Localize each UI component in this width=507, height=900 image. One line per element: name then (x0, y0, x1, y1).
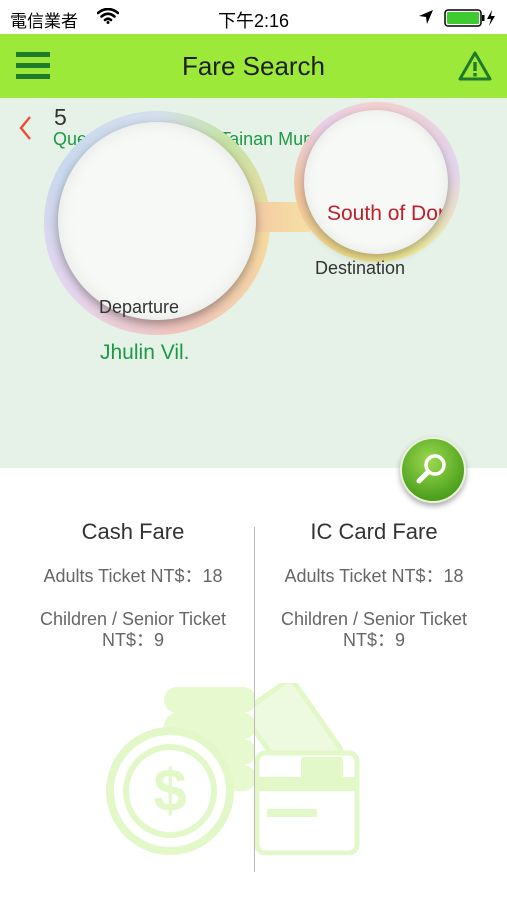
location-arrow-icon (418, 9, 434, 30)
nav-bar: Fare Search (0, 34, 507, 98)
destination-label: Destination (315, 258, 406, 278)
status-bar: 電信業者 下午2:16 (0, 0, 507, 34)
coins-illustration-icon: $ (106, 687, 254, 855)
svg-text:$: $ (153, 757, 186, 824)
ic-card-illustration-icon (255, 683, 360, 855)
destination-selector[interactable]: South of Dongning Rd. (304, 110, 448, 254)
magnifier-icon (416, 454, 446, 484)
ic-card-fare-title: IC Card Fare (310, 519, 438, 544)
ic-child-fare-label: Children / Senior Ticket (280, 609, 468, 629)
cash-fare-title: Cash Fare (81, 519, 185, 544)
departure-value: Jhulin Vil. (100, 341, 190, 364)
warning-icon[interactable] (458, 51, 492, 86)
page-title: Fare Search (181, 51, 326, 81)
ic-adult-fare: Adults Ticket NT$：18 (284, 566, 464, 586)
chevron-left-icon[interactable] (14, 112, 40, 142)
route-number: 5 (54, 104, 67, 130)
battery-icon (444, 9, 500, 32)
destination-value: South of Dongning Rd. (327, 202, 448, 225)
cash-adult-fare: Adults Ticket NT$：18 (43, 566, 223, 586)
departure-label: Departure (99, 297, 180, 317)
departure-selector[interactable] (58, 122, 256, 320)
search-button[interactable] (400, 437, 466, 503)
cash-child-fare-label: Children / Senior Ticket (39, 609, 227, 629)
ic-child-fare-value: NT$：9 (342, 630, 405, 650)
cash-child-fare-value: NT$：9 (101, 630, 164, 650)
